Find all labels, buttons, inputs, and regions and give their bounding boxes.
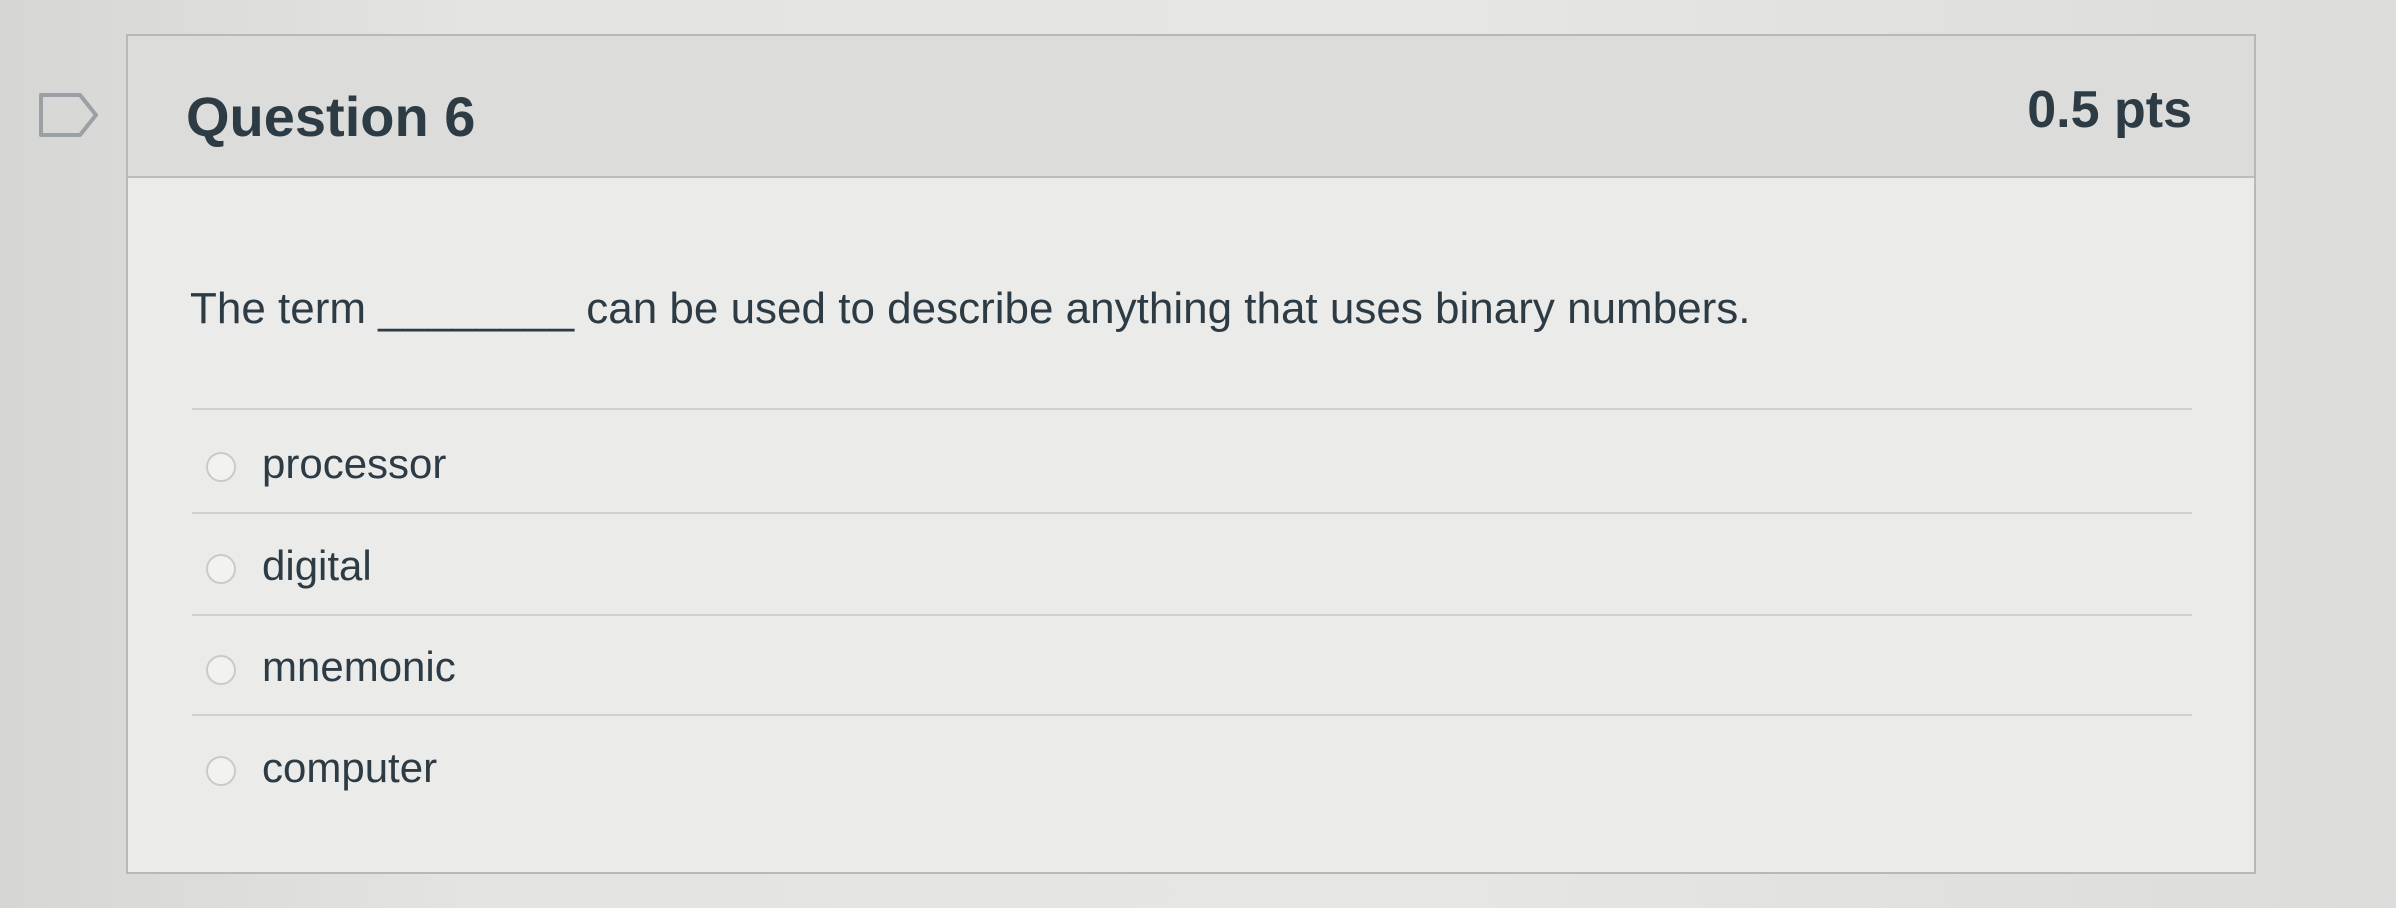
question-points: 0.5 pts [2027,81,2192,139]
radio-button[interactable] [206,554,236,584]
radio-button[interactable] [206,756,236,786]
divider [192,512,2192,514]
divider [192,614,2192,616]
question-text: The term ________ can be used to describ… [190,284,1751,333]
radio-button[interactable] [206,655,236,685]
answer-label[interactable]: processor [262,440,446,488]
question-header: Question 6 0.5 pts [128,36,2254,178]
answer-option-mnemonic[interactable]: mnemonic [206,643,2186,707]
answer-label[interactable]: computer [262,744,437,792]
flag-question-icon[interactable] [38,92,100,138]
divider [192,714,2192,716]
question-title: Question 6 [186,85,476,148]
answer-option-computer[interactable]: computer [206,744,2186,808]
answer-label[interactable]: mnemonic [262,643,456,691]
radio-button[interactable] [206,452,236,482]
answer-option-processor[interactable]: processor [206,440,2186,504]
divider [192,408,2192,410]
answer-option-digital[interactable]: digital [206,542,2186,606]
question-card: Question 6 0.5 pts The term ________ can… [126,34,2256,874]
answer-label[interactable]: digital [262,542,372,590]
